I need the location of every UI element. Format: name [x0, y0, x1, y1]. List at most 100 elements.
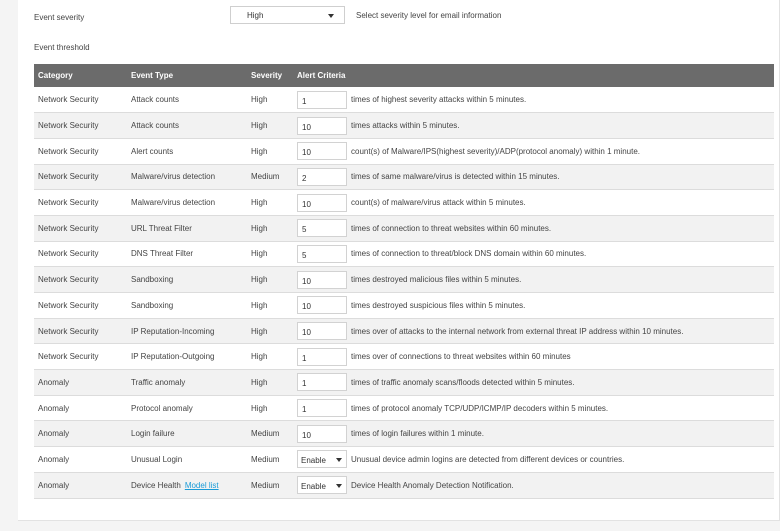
enable-select[interactable]: Enable [297, 476, 347, 495]
event-type-cell: Sandboxing [127, 292, 247, 319]
severity-cell: High [247, 241, 293, 268]
event-type-cell: Malware/virus detection [127, 189, 247, 216]
table-row: Anomaly Login failure Medium 10 times of log… [34, 420, 774, 448]
criteria-text: times destroyed malicious files within 5… [351, 275, 522, 285]
event-type: IP Reputation-Incoming [131, 326, 215, 336]
severity-cell: Medium [247, 446, 293, 473]
column-header-category: Category [34, 64, 127, 87]
event-type: Sandboxing [131, 300, 174, 310]
severity-cell: High [247, 318, 293, 345]
table-row: Network Security Sandboxing High 10 times de… [34, 266, 774, 293]
criteria-text: Device Health Anomaly Detection Notifica… [351, 480, 514, 490]
criteria-text: Unusual device admin logins are detected… [351, 454, 625, 464]
severity-cell: Medium [247, 420, 293, 448]
category-cell: Network Security [34, 215, 127, 242]
event-type: Traffic anomaly [131, 377, 186, 387]
threshold-input[interactable]: 10 [297, 116, 347, 135]
threshold-input[interactable]: 1 [297, 347, 347, 366]
enable-select[interactable]: Enable [297, 450, 347, 469]
threshold-input[interactable]: 1 [297, 373, 347, 392]
criteria-text: times of highest severity attacks within… [351, 95, 527, 105]
threshold-input[interactable]: 10 [297, 193, 347, 212]
event-type: Attack counts [131, 121, 180, 131]
criteria-text: times of login failures within 1 minute. [351, 429, 484, 439]
alert-criteria-cell: 10 times over of attacks to the internal … [293, 318, 774, 345]
model-list-link[interactable]: Model list [185, 481, 219, 490]
event-type-cell: Attack counts [127, 112, 247, 139]
threshold-input[interactable]: 2 [297, 167, 347, 186]
event-type-cell: Device Health Model list [127, 472, 247, 499]
event-severity-select[interactable]: High [230, 6, 345, 24]
alert-criteria-cell: 1 times of protocol anomaly TCP/UDP/ICMP/… [293, 395, 774, 422]
severity-cell: High [247, 369, 293, 396]
alert-criteria-cell: 1 times of traffic anomaly scans/floods d… [293, 369, 774, 396]
threshold-input[interactable]: 10 [297, 322, 347, 341]
event-type: Login failure [131, 429, 175, 439]
event-type-cell: Traffic anomaly [127, 369, 247, 396]
event-type-cell: IP Reputation-Incoming [127, 318, 247, 345]
severity-cell: High [247, 343, 293, 371]
threshold-input[interactable]: 1 [297, 90, 347, 109]
category-cell: Network Security [34, 241, 127, 268]
alert-criteria-cell: Enable Unusual device admin logins are de… [293, 446, 774, 473]
alert-criteria-cell: 10 times attacks within 5 minutes. [293, 112, 774, 139]
threshold-input[interactable]: 10 [297, 142, 347, 161]
event-type: Alert counts [131, 146, 174, 156]
criteria-text: times over of attacks to the internal ne… [351, 326, 684, 336]
event-type-cell: Unusual Login [127, 446, 247, 473]
category-cell: Network Security [34, 138, 127, 165]
alert-criteria-cell: 10 count(s) of Malware/IPS(highest severi… [293, 138, 774, 165]
event-type: Sandboxing [131, 275, 174, 285]
threshold-input[interactable]: 10 [297, 296, 347, 315]
severity-cell: High [247, 189, 293, 216]
category-cell: Network Security [34, 87, 127, 114]
category-cell: Anomaly [34, 420, 127, 448]
threshold-input[interactable]: 10 [297, 270, 347, 289]
event-type-cell: URL Threat Filter [127, 215, 247, 242]
threshold-input[interactable]: 5 [297, 244, 347, 263]
category-cell: Network Security [34, 164, 127, 191]
criteria-text: times of connection to threat websites w… [351, 223, 552, 233]
severity-cell: High [247, 112, 293, 139]
severity-cell: High [247, 292, 293, 319]
event-type-cell: Sandboxing [127, 266, 247, 293]
category-cell: Network Security [34, 189, 127, 216]
criteria-text: times of connection to threat/block DNS … [351, 249, 587, 259]
criteria-text: times over of connections to threat webs… [351, 352, 571, 362]
table-row: Network Security Malware/virus detection H… [34, 189, 774, 216]
category-cell: Network Security [34, 112, 127, 139]
severity-cell: High [247, 266, 293, 293]
column-header-alert-criteria: Alert Criteria [293, 64, 774, 87]
category-cell: Anomaly [34, 369, 127, 396]
table-header-row: Category Event Type Severity Alert Crite… [34, 64, 774, 87]
table-row: Network Security Alert counts High 10 count(… [34, 138, 774, 165]
event-type: URL Threat Filter [131, 223, 192, 233]
event-severity-hint: Select severity level for email informat… [356, 11, 502, 20]
category-cell: Anomaly [34, 472, 127, 499]
threshold-input[interactable]: 10 [297, 424, 347, 443]
criteria-text: count(s) of Malware/IPS(highest severity… [351, 146, 640, 156]
event-type-cell: Login failure [127, 420, 247, 448]
event-type-cell: IP Reputation-Outgoing [127, 343, 247, 371]
category-cell: Network Security [34, 292, 127, 319]
event-table-body: Network Security Attack counts High 1 times … [34, 87, 774, 499]
threshold-input[interactable]: 5 [297, 219, 347, 238]
event-type: Malware/virus detection [131, 172, 216, 182]
alert-criteria-cell: 2 times of same malware/virus is detected… [293, 164, 774, 191]
alert-criteria-cell: 10 times destroyed malicious files within… [293, 266, 774, 293]
event-severity-value: High [247, 11, 264, 20]
event-type-cell: DNS Threat Filter [127, 241, 247, 268]
column-header-severity: Severity [247, 64, 293, 87]
event-type: Malware/virus detection [131, 198, 216, 208]
event-type: Device Health [131, 480, 181, 490]
threshold-input[interactable]: 1 [297, 399, 347, 418]
event-type: DNS Threat Filter [131, 249, 194, 259]
table-row: Network Security Attack counts High 10 times… [34, 112, 774, 139]
severity-cell: High [247, 87, 293, 114]
criteria-text: times of same malware/virus is detected … [351, 172, 560, 182]
alert-criteria-cell: 1 times over of connections to threat web… [293, 343, 774, 371]
alert-criteria-cell: 1 times of highest severity attacks withi… [293, 87, 774, 114]
table-row: Network Security Malware/virus detection M… [34, 164, 774, 191]
event-type-cell: Alert counts [127, 138, 247, 165]
event-type: Unusual Login [131, 454, 183, 464]
